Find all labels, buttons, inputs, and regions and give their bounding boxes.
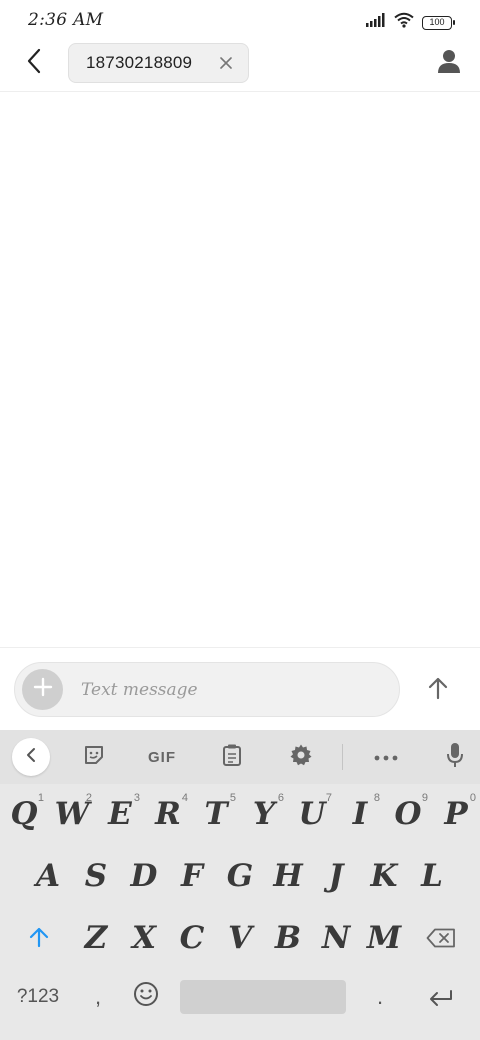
key-p[interactable]: P0 [434,786,478,842]
key-k[interactable]: K [362,848,406,904]
key-a[interactable]: A [26,848,70,904]
compose-bar [0,648,480,730]
more-button[interactable] [371,737,401,777]
voice-input-button[interactable] [441,737,469,777]
key-f[interactable]: F [170,848,214,904]
key-hint: 9 [421,792,428,804]
key-hint: 2 [85,792,92,804]
contact-icon [438,49,460,78]
key-t[interactable]: T5 [194,786,238,842]
more-dots-icon [374,748,398,766]
key-w[interactable]: W2 [50,786,94,842]
toolbar-collapse-button[interactable] [12,738,50,776]
toolbar-divider [342,744,343,770]
key-j[interactable]: J [314,848,358,904]
send-arrow-icon [427,676,449,705]
key-row-2: A S D F G H J K L [0,848,480,910]
conversation-header: 18730218809 [0,42,480,92]
key-hint: 5 [229,792,236,804]
plus-icon [33,677,53,702]
key-l[interactable]: L [410,848,454,904]
wifi-icon [394,12,414,33]
battery-icon: 100 [422,15,455,30]
chip-close-icon[interactable] [218,55,234,71]
gif-label: GIF [148,748,176,766]
backspace-key[interactable] [416,910,466,966]
attach-button[interactable] [22,669,63,710]
send-button[interactable] [418,670,458,710]
key-d[interactable]: D [122,848,166,904]
compose-field [14,662,400,717]
settings-button[interactable] [287,737,315,777]
key-n[interactable]: N [314,910,358,966]
key-v[interactable]: V [218,910,262,966]
key-hint: 6 [277,792,284,804]
comma-key[interactable]: , [76,972,120,1022]
key-y[interactable]: Y6 [242,786,286,842]
gear-icon [289,743,313,772]
message-input[interactable] [81,677,381,703]
shift-arrow-icon [29,920,49,956]
key-h[interactable]: H [266,848,310,904]
key-r[interactable]: R4 [146,786,190,842]
back-button[interactable] [18,47,50,79]
key-hint: 1 [37,792,44,804]
key-u[interactable]: U7 [290,786,334,842]
sticker-button[interactable] [80,737,108,777]
signal-icon [366,13,386,32]
clipboard-button[interactable] [218,737,246,777]
backspace-icon [426,920,456,956]
key-hint: 7 [325,792,332,804]
key-hint: 8 [373,792,380,804]
soft-keyboard: GIF Q 1 W 2 E 3 R 4 T 5 Y 6 U 7 I 8 O 9 … [0,730,480,1040]
status-time: 2:36 AM [28,10,104,30]
contact-button[interactable] [434,48,464,78]
key-o[interactable]: O9 [386,786,430,842]
enter-arrow-icon [428,979,454,1015]
symbols-key[interactable]: ?123 [6,972,70,1022]
gif-button[interactable]: GIF [140,737,184,777]
key-m[interactable]: M [362,910,406,966]
keyboard-toolbar: GIF [0,730,480,784]
clipboard-icon [222,743,242,772]
shift-key[interactable] [14,910,64,966]
key-hint: 4 [181,792,188,804]
message-list[interactable] [0,92,480,648]
enter-key[interactable] [416,972,466,1022]
space-key[interactable] [180,980,346,1014]
key-row-4: ?123 , . [0,972,480,1034]
key-i[interactable]: I8 [338,786,382,842]
key-g[interactable]: G [218,848,262,904]
recipient-chip[interactable]: 18730218809 [68,43,249,83]
key-e[interactable]: E3 [98,786,142,842]
key-q[interactable]: Q1 [2,786,46,842]
key-s[interactable]: S [74,848,118,904]
emoji-icon [133,979,159,1015]
key-hint: 0 [469,792,476,804]
recipient-number: 18730218809 [86,53,193,72]
status-icons: 100 [366,12,455,33]
key-x[interactable]: X [122,910,166,966]
back-arrow-icon [26,48,42,79]
key-row-3: Z X C V B N M [0,910,480,972]
key-c[interactable]: C [170,910,214,966]
microphone-icon [446,742,464,773]
period-key[interactable]: . [358,972,402,1022]
chevron-left-icon [25,747,37,768]
emoji-key[interactable] [124,972,168,1022]
status-bar: 2:36 AM 100 [0,0,480,42]
key-z[interactable]: Z [74,910,118,966]
key-hint: 3 [133,792,140,804]
key-row-1: Q1 W2 E3 R4 T5 Y6 U7 I8 O9 P0 [0,786,480,848]
key-b[interactable]: B [266,910,310,966]
sticker-icon [83,744,105,771]
